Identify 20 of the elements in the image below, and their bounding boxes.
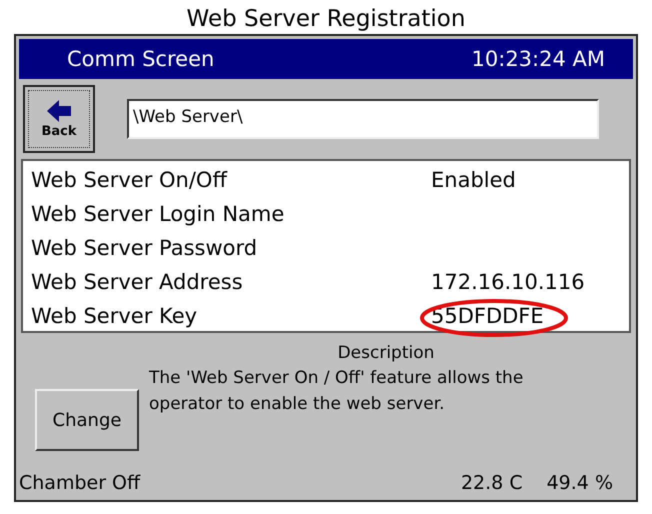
setting-value: 172.16.10.116 [431, 270, 585, 294]
setting-value: Enabled [431, 168, 516, 192]
setting-value: 55DFDDFE [431, 304, 544, 328]
setting-name[interactable]: Web Server Address [31, 270, 431, 294]
description-heading: Description [336, 343, 436, 363]
figure-caption: Web Server Registration [186, 5, 466, 34]
back-button[interactable]: Back [23, 85, 95, 153]
clock-time: 10:23:24 AM [472, 47, 605, 71]
screen-title: Comm Screen [67, 47, 214, 71]
humidity-reading: 49.4 % [546, 472, 613, 494]
left-arrow-icon [47, 100, 71, 122]
description-text: The 'Web Server On / Off' feature allows the operator to enable the web server. [149, 367, 524, 416]
temperature-reading: 22.8 C [460, 472, 523, 494]
path-field[interactable]: \Web Server\ [127, 99, 599, 139]
setting-name[interactable]: Web Server On/Off [31, 168, 431, 192]
setting-name[interactable]: Web Server Login Name [31, 202, 431, 226]
setting-name[interactable]: Web Server Key [31, 304, 431, 328]
setting-name[interactable]: Web Server Password [31, 236, 431, 260]
change-button[interactable]: Change [35, 389, 139, 451]
chamber-status: Chamber Off [19, 472, 140, 494]
